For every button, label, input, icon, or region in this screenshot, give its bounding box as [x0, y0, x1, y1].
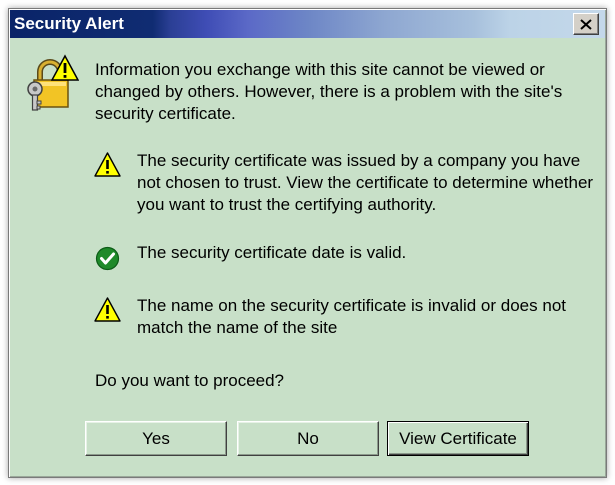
warning-line: The name on the security certificate is … [137, 296, 566, 315]
warning-icon [94, 297, 121, 322]
intro-text: Information you exchange with this site … [95, 59, 562, 125]
no-button[interactable]: No [237, 421, 379, 456]
warning-line: match the name of the site [137, 318, 338, 337]
close-icon [580, 18, 592, 30]
certificate-trust-warning: The security certificate was issued by a… [137, 150, 593, 216]
warning-line: not chosen to trust. View the certificat… [137, 173, 594, 192]
intro-line: changed by others. However, there is a p… [95, 82, 563, 101]
lock-warning-icon [27, 54, 79, 111]
title-bar[interactable]: Security Alert [10, 10, 605, 38]
warning-icon [94, 152, 121, 177]
intro-line: Information you exchange with this site … [95, 60, 545, 79]
window-title: Security Alert [14, 14, 124, 33]
proceed-question: Do you want to proceed? [95, 370, 284, 392]
yes-button[interactable]: Yes [85, 421, 227, 456]
warning-line: you want to trust the certifying authori… [137, 195, 437, 214]
close-button[interactable] [573, 13, 599, 35]
status-line: The security certificate date is valid. [137, 243, 407, 262]
question-text: Do you want to proceed? [95, 371, 285, 390]
security-alert-dialog: Security Alert Information you exchange … [8, 8, 607, 478]
check-icon [95, 246, 120, 271]
intro-line: security certificate. [95, 104, 236, 123]
certificate-date-status: The security certificate date is valid. [137, 242, 406, 264]
view-certificate-button[interactable]: View Certificate [387, 421, 529, 456]
certificate-name-warning: The name on the security certificate is … [137, 295, 566, 339]
warning-line: The security certificate was issued by a… [137, 151, 581, 170]
